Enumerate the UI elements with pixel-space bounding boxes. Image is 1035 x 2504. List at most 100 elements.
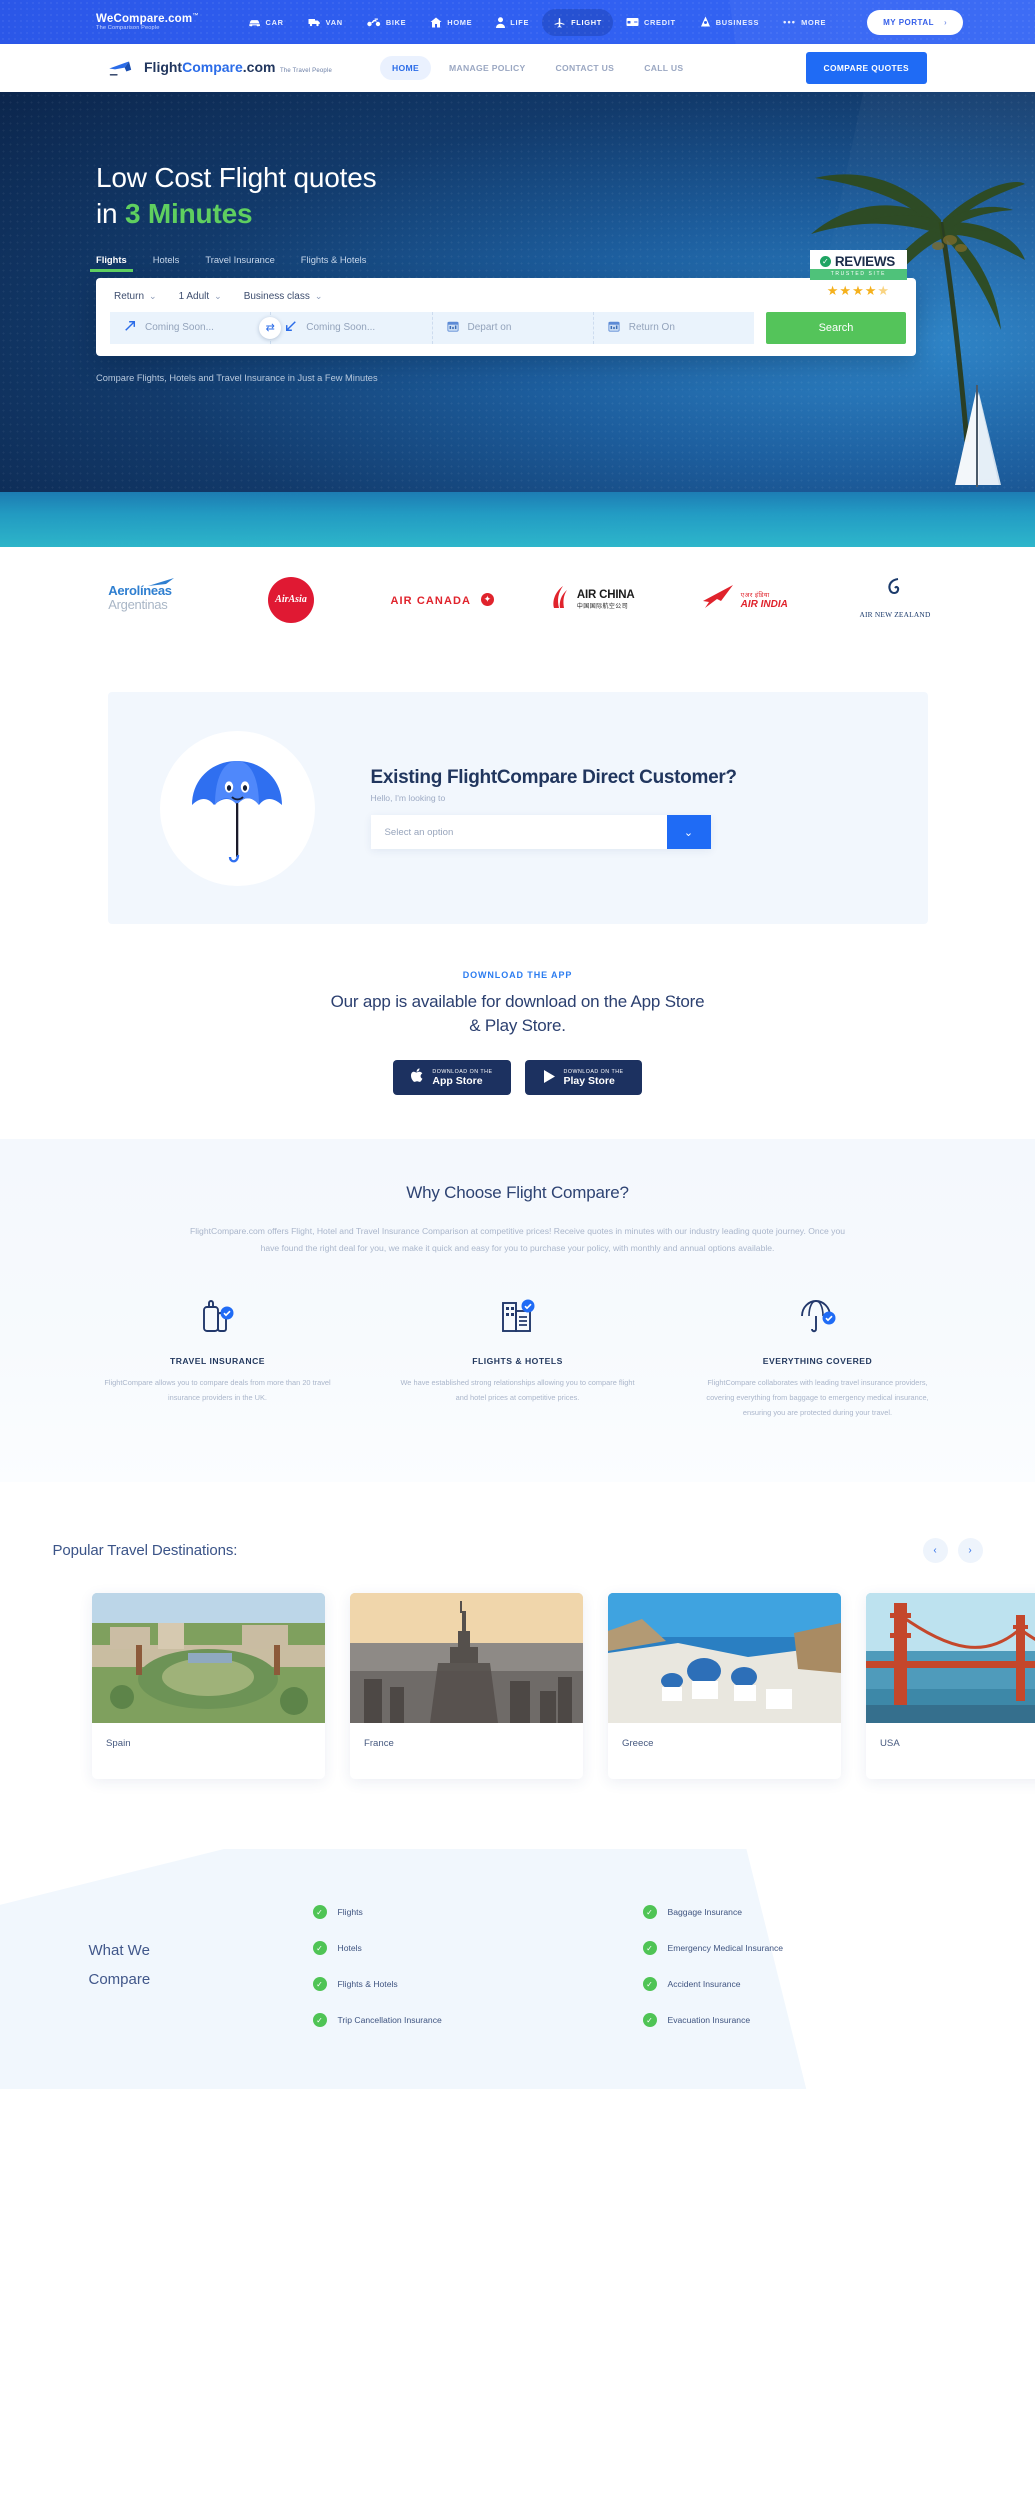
compare-item-label: Flights bbox=[337, 1907, 363, 1918]
app-store-label: DOWNLOAD ON THE App Store bbox=[432, 1069, 492, 1087]
play-icon bbox=[543, 1069, 556, 1087]
calendar-icon bbox=[446, 319, 459, 337]
search-button[interactable]: Search bbox=[766, 311, 906, 344]
customer-option-dropdown-button[interactable]: ⌄ bbox=[666, 815, 711, 849]
chevron-right-icon: › bbox=[944, 17, 948, 27]
play-store-button[interactable]: DOWNLOAD ON THE Play Store bbox=[524, 1060, 642, 1096]
app-store-small: DOWNLOAD ON THE bbox=[432, 1068, 493, 1075]
flightcompare-logo[interactable]: FlightCompare.com The Travel People bbox=[108, 58, 332, 78]
compare-item: ✓ Hotels bbox=[312, 1941, 643, 1956]
app-store-button[interactable]: DOWNLOAD ON THE App Store bbox=[393, 1060, 511, 1096]
compare-item: ✓ Flights & Hotels bbox=[312, 1977, 643, 1992]
hero-sea-band bbox=[0, 492, 1035, 547]
compare-item-label: Evacuation Insurance bbox=[667, 2015, 751, 2026]
swan-icon bbox=[700, 584, 734, 615]
my-portal-button[interactable]: MY PORTAL › bbox=[867, 9, 964, 35]
hero-content: Low Cost Flight quotes in 3 Minutes Flig… bbox=[0, 92, 1035, 383]
reviews-badge[interactable]: ✓ REVIEWS TRUSTED SITE ★★★★★ bbox=[809, 250, 907, 299]
destination-card-spain[interactable]: Spain bbox=[92, 1593, 325, 1780]
what-we-compare-inner: What We Compare ✓ Flights ✓ Hotels ✓ Fli… bbox=[53, 1905, 983, 2049]
hotel-check-icon bbox=[394, 1294, 642, 1338]
compare-item-label: Baggage Insurance bbox=[667, 1907, 743, 1918]
compare-item: ✓ Trip Cancellation Insurance bbox=[312, 2013, 643, 2028]
feature-text: FlightCompare allows you to compare deal… bbox=[104, 1377, 331, 1402]
feature-travel-insurance: TRAVEL INSURANCE FlightCompare allows yo… bbox=[68, 1294, 368, 1421]
origin-placeholder: Coming Soon... bbox=[145, 322, 214, 334]
depart-date-field[interactable]: Depart on bbox=[431, 311, 593, 344]
trip-type-dropdown[interactable]: Return ⌄ bbox=[114, 291, 157, 302]
tab-flights[interactable]: Flights bbox=[90, 254, 133, 272]
hero-title-highlight: 3 Minutes bbox=[124, 197, 253, 229]
passengers-dropdown[interactable]: 1 Adult ⌄ bbox=[179, 291, 222, 302]
customer-option-select[interactable]: Select an option ⌄ bbox=[370, 815, 711, 849]
check-circle-icon: ✓ bbox=[312, 1905, 327, 1920]
compare-item: ✓ Baggage Insurance bbox=[642, 1905, 973, 1920]
tab-flights-and-hotels[interactable]: Flights & Hotels bbox=[301, 254, 367, 272]
flight-search-panel: Return ⌄ 1 Adult ⌄ Business class ⌄ Comi… bbox=[96, 277, 916, 356]
compare-column-right: ✓ Baggage Insurance ✓ Emergency Medical … bbox=[642, 1905, 973, 2049]
cabin-class-dropdown[interactable]: Business class ⌄ bbox=[244, 291, 323, 302]
logo-pre: Flight bbox=[144, 58, 183, 75]
carousel-next-button[interactable]: › bbox=[957, 1538, 983, 1564]
destination-card-greece[interactable]: Greece bbox=[608, 1593, 841, 1780]
download-app-section: DOWNLOAD THE APP Our app is available fo… bbox=[0, 924, 1035, 1140]
spain-plaza-photo bbox=[92, 1593, 325, 1724]
ellipsis-icon: ••• bbox=[783, 16, 797, 27]
compare-item: ✓ Flights bbox=[312, 1905, 643, 1920]
destination-card-france[interactable]: France bbox=[350, 1593, 583, 1780]
tab-travel-insurance[interactable]: Travel Insurance bbox=[205, 254, 274, 272]
airline-logo-air-china: AIR CHINA 中国国际航空公司 bbox=[523, 585, 663, 614]
search-fields-row: Coming Soon... ⇄ Coming Soon... Depart o… bbox=[110, 311, 906, 344]
compare-item-label: Flights & Hotels bbox=[337, 1979, 398, 1990]
download-headline: Our app is available for download on the… bbox=[330, 992, 705, 1036]
utility-nav-item-more[interactable]: ••• MORE bbox=[772, 11, 837, 34]
check-circle-icon: ✓ bbox=[642, 2013, 657, 2028]
umbrella-mascot-icon bbox=[159, 730, 315, 886]
airline-name-line1: AIR NEW ZEALAND bbox=[859, 610, 931, 619]
dot-pattern bbox=[0, 0, 1035, 44]
compare-quotes-button[interactable]: COMPARE QUOTES bbox=[805, 52, 927, 84]
nav-item-contact-us[interactable]: CONTACT US bbox=[544, 56, 627, 80]
site-header: FlightCompare.com The Travel People HOME… bbox=[0, 44, 1035, 92]
reviews-word: REVIEWS bbox=[834, 254, 895, 269]
passengers-value: 1 Adult bbox=[178, 290, 210, 302]
logo-mid: Compare bbox=[182, 58, 243, 75]
apple-icon bbox=[411, 1068, 424, 1087]
logo-post: .com bbox=[242, 58, 276, 75]
maple-leaf-icon: ✦ bbox=[480, 592, 494, 606]
play-store-small: DOWNLOAD ON THE bbox=[563, 1068, 624, 1075]
nav-item-call-us[interactable]: CALL US bbox=[632, 56, 695, 80]
arrival-arrow-icon bbox=[285, 319, 297, 337]
destinations-section: Popular Travel Destinations: ‹ › Spain F… bbox=[0, 1482, 1035, 1850]
nav-item-home[interactable]: HOME bbox=[380, 56, 432, 80]
why-choose-section: Why Choose Flight Compare? FlightCompare… bbox=[0, 1139, 1035, 1483]
airline-logo-air-new-zealand: AIR NEW ZEALAND bbox=[825, 577, 965, 622]
compare-item-label: Accident Insurance bbox=[667, 1979, 741, 1990]
departure-arrow-icon bbox=[124, 319, 136, 337]
airline-name-line1: AIR CANADA bbox=[390, 594, 472, 607]
destination-card-usa[interactable]: USA bbox=[866, 1593, 1035, 1780]
hero-title-line2-prefix: in bbox=[96, 197, 125, 229]
santorini-photo bbox=[608, 1593, 841, 1724]
existing-customer-subheading: Hello, I'm looking to bbox=[370, 793, 446, 803]
customer-option-value[interactable]: Select an option bbox=[370, 815, 667, 849]
airline-name-line1: AIR INDIA bbox=[740, 598, 788, 610]
destination-cards: Spain France Greece USA bbox=[0, 1593, 1035, 1780]
destination-placeholder: Coming Soon... bbox=[306, 322, 376, 334]
carousel-controls: ‹ › bbox=[922, 1538, 983, 1564]
compare-item-label: Emergency Medical Insurance bbox=[667, 1943, 784, 1954]
luggage-check-icon bbox=[94, 1294, 342, 1338]
airline-logo-airasia: AirAsia bbox=[221, 576, 361, 623]
airline-name-line2: Argentinas bbox=[108, 596, 168, 612]
half-star: ★ bbox=[877, 283, 891, 298]
destination-field[interactable]: Coming Soon... bbox=[270, 311, 432, 344]
airline-name-line1: AirAsia bbox=[275, 594, 307, 605]
check-circle-icon: ✓ bbox=[312, 2013, 327, 2028]
tab-hotels[interactable]: Hotels bbox=[153, 254, 180, 272]
return-date-field[interactable]: Return On bbox=[592, 311, 754, 344]
swap-icon[interactable]: ⇄ bbox=[259, 316, 282, 339]
nav-item-manage-policy[interactable]: MANAGE POLICY bbox=[437, 56, 537, 80]
existing-customer-heading: Existing FlightCompare Direct Customer? bbox=[370, 767, 738, 788]
origin-field[interactable]: Coming Soon... ⇄ bbox=[110, 311, 282, 344]
carousel-prev-button[interactable]: ‹ bbox=[922, 1538, 948, 1564]
